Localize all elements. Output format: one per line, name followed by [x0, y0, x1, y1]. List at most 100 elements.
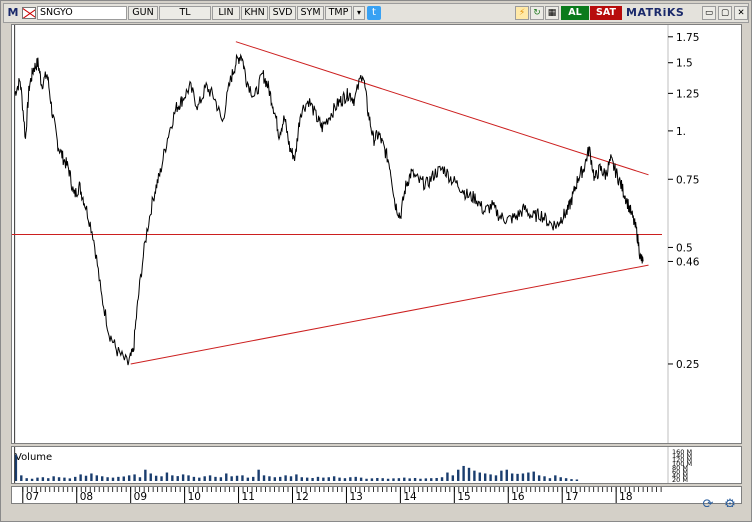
volume-bar	[225, 473, 228, 481]
chevron-down-icon[interactable]: ▾	[353, 6, 365, 20]
price-chart[interactable]: 0.25 0.46 0.5 0.75 1. 1.25 1.5 1.75	[12, 25, 741, 443]
symbol-input[interactable]: SNGYO	[37, 6, 127, 20]
volume-bar	[527, 472, 530, 481]
flag-icon[interactable]	[22, 7, 36, 19]
volume-bar	[30, 478, 34, 481]
volume-bar	[252, 476, 255, 481]
price-chart-panel[interactable]: 0.25 0.46 0.5 0.75 1. 1.25 1.5 1.75	[11, 24, 742, 444]
grid-icon[interactable]: ▦	[545, 6, 559, 20]
khn-button[interactable]: KHN	[241, 6, 268, 20]
maximize-icon[interactable]: ▢	[718, 6, 732, 20]
volume-bar	[117, 476, 120, 481]
svd-button[interactable]: SVD	[269, 6, 296, 20]
volume-bar	[510, 473, 514, 481]
volume-bar	[327, 477, 330, 481]
volume-bar	[257, 469, 260, 481]
volume-bar	[198, 477, 201, 481]
volume-bar	[20, 475, 23, 481]
y-tick-label: 0.75	[676, 174, 699, 186]
volume-chart[interactable]: Volume 160 M140 M120 M100 M80 M60 M40 M20…	[12, 447, 741, 484]
minimize-icon[interactable]: ▭	[702, 6, 716, 20]
volume-bar	[392, 478, 395, 481]
volume-chart-panel[interactable]: Volume 160 M 140 M 120 M 100 M 80 M 60 M 40 M 20…	[11, 446, 742, 484]
volume-bar	[268, 476, 271, 481]
x-tick-label: 15	[457, 491, 470, 503]
volume-bar	[451, 475, 455, 481]
volume-bar	[284, 475, 287, 481]
volume-bar	[467, 467, 471, 481]
volume-bar	[90, 473, 93, 481]
x-tick-label: 12	[295, 491, 308, 503]
volume-bar	[403, 477, 406, 481]
trend-line-1	[235, 41, 649, 176]
volume-bar	[494, 475, 498, 481]
sym-button[interactable]: SYM	[297, 6, 324, 20]
volume-bar	[181, 474, 185, 481]
x-tick-label: 10	[188, 491, 201, 503]
volume-bar	[305, 477, 309, 481]
volume-bar	[219, 477, 223, 481]
app-logo: M	[7, 6, 19, 19]
volume-bar	[133, 474, 136, 481]
volume-bar	[160, 476, 163, 481]
x-tick-label: 08	[80, 491, 93, 503]
volume-bar	[262, 475, 266, 481]
sell-button[interactable]: SAT	[590, 6, 622, 20]
volume-bar	[343, 478, 347, 481]
lightning-icon[interactable]: ⚡	[515, 6, 529, 20]
volume-bar	[359, 477, 363, 481]
volume-bar	[95, 475, 99, 481]
volume-bar	[462, 465, 465, 481]
y-tick-label: 0.5	[676, 242, 693, 254]
volume-bar	[386, 478, 390, 481]
volume-bar	[57, 477, 61, 481]
volume-bar	[376, 477, 379, 481]
volume-bar	[322, 477, 325, 481]
volume-bar	[208, 475, 212, 481]
volume-bar	[440, 477, 444, 481]
twitter-icon[interactable]: t	[367, 6, 381, 20]
linear-scale-button[interactable]: LIN	[212, 6, 240, 20]
period-button[interactable]: GUN	[128, 6, 158, 20]
x-tick-label: 13	[349, 491, 362, 503]
volume-bar	[575, 479, 579, 481]
volume-bar	[289, 476, 293, 481]
volume-bar	[354, 476, 357, 481]
volume-bar	[154, 475, 158, 481]
x-tick-label: 18	[619, 491, 632, 503]
volume-bar	[101, 476, 104, 481]
volume-tick-label: 20 M	[672, 476, 688, 483]
volume-bar	[52, 476, 55, 481]
volume-bar	[68, 478, 72, 481]
volume-bar	[36, 477, 39, 481]
volume-bar	[246, 477, 250, 481]
volume-bar	[564, 478, 568, 481]
buy-button[interactable]: AL	[561, 6, 589, 20]
tmp-button[interactable]: TMP	[325, 6, 352, 20]
volume-bar	[79, 474, 82, 481]
volume-bar	[144, 469, 147, 481]
volume-bar	[230, 476, 233, 481]
volume-bar	[424, 478, 428, 481]
volume-bar	[311, 477, 314, 481]
volume-bar	[106, 477, 109, 481]
volume-bar	[559, 477, 562, 481]
status-bar	[3, 507, 749, 521]
y-tick-label: 1.25	[676, 88, 699, 100]
volume-bar	[489, 474, 492, 481]
currency-button[interactable]: TL	[159, 6, 211, 20]
refresh-icon[interactable]: ↻	[530, 6, 544, 20]
volume-bar	[273, 477, 277, 481]
volume-bar	[483, 473, 487, 481]
y-tick-label: 1.	[676, 126, 686, 138]
volume-bar	[235, 475, 239, 481]
x-tick-label: 14	[403, 491, 417, 503]
volume-bar	[430, 478, 433, 481]
volume-bar	[457, 469, 460, 481]
close-icon[interactable]: ✕	[734, 6, 748, 20]
volume-bar	[500, 470, 503, 481]
volume-bar	[516, 473, 519, 481]
x-tick-label: 07	[26, 491, 39, 503]
volume-bar	[521, 473, 525, 481]
volume-bar	[473, 470, 476, 481]
